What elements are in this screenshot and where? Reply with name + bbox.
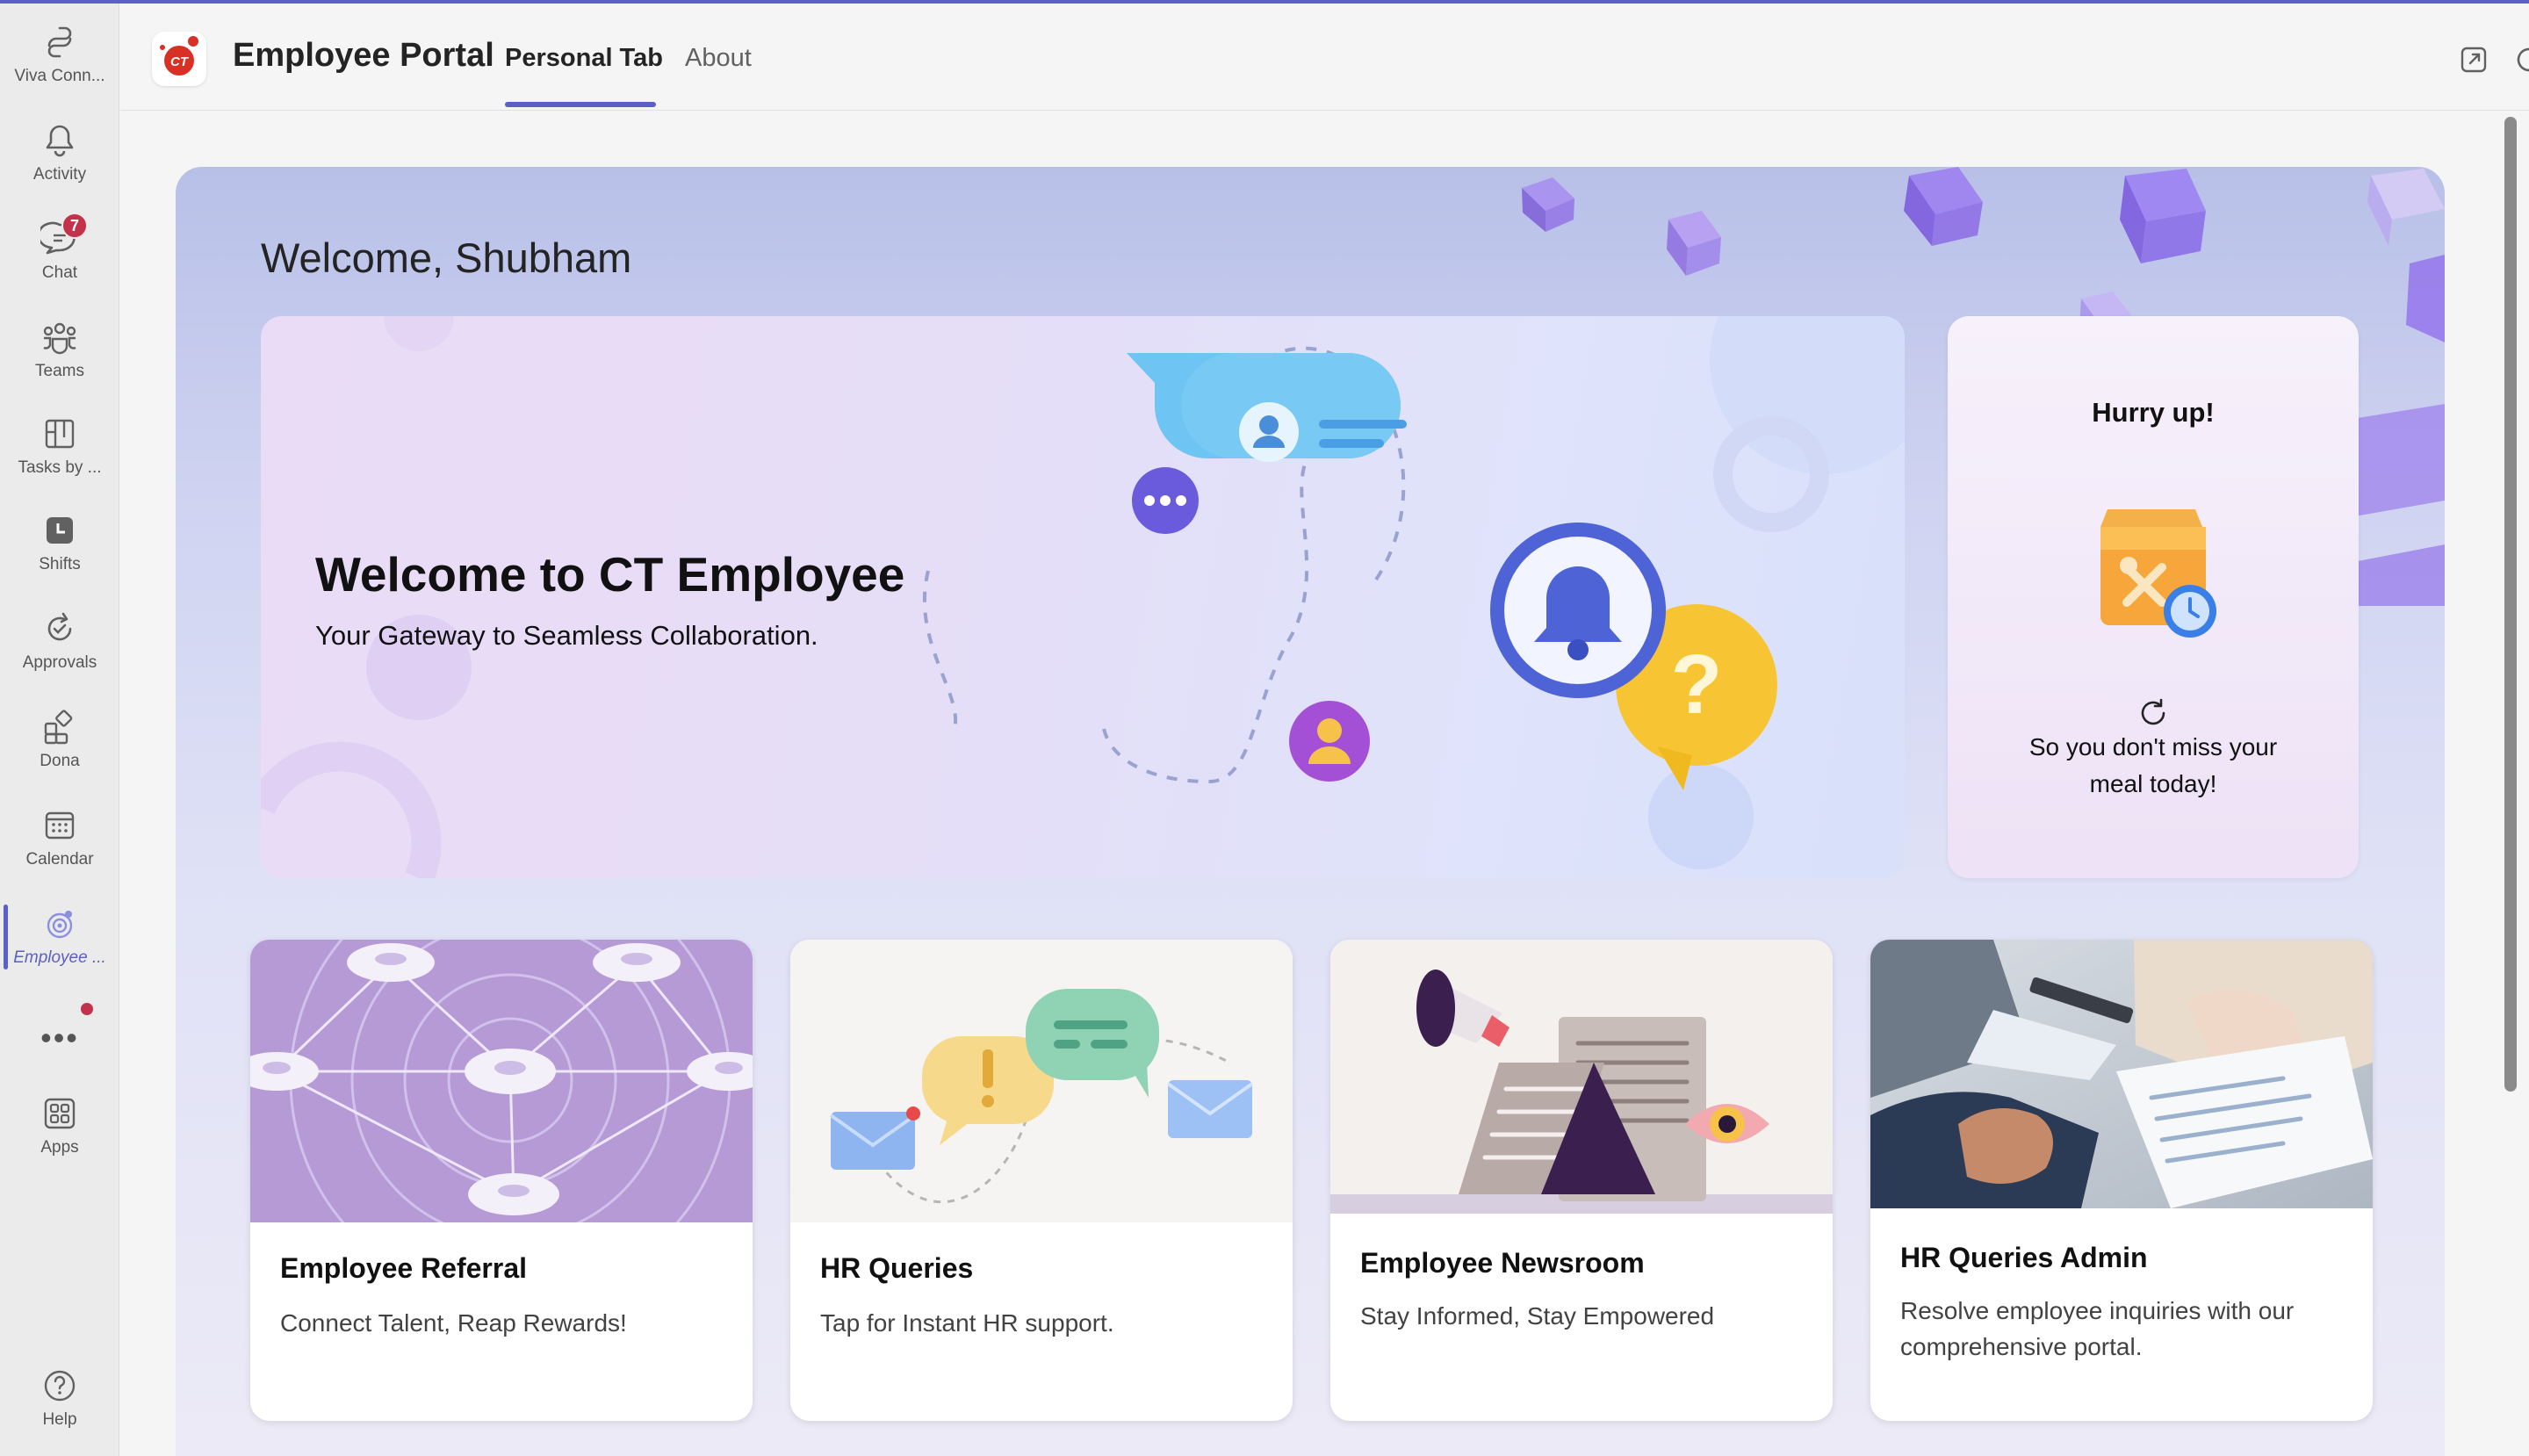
calendar-icon	[45, 811, 75, 840]
rail-label: Activity	[32, 165, 87, 184]
card-description: Stay Informed, Stay Empowered	[1360, 1302, 1715, 1330]
rail-label: Calendar	[25, 850, 94, 869]
rail-item-calendar[interactable]: Calendar	[0, 792, 119, 883]
bell-icon	[46, 125, 74, 157]
chat-icon-wrap: 7	[37, 213, 88, 258]
app-rail: Viva Conn... Activity 7 Chat Teams Tasks…	[0, 4, 119, 1456]
banner-title: Welcome to CT Employee	[315, 547, 905, 602]
ct-logo-icon: CT	[160, 36, 198, 76]
scrollbar-thumb[interactable]	[2504, 117, 2517, 1092]
rail-item-dona[interactable]: Dona	[0, 694, 119, 785]
tab-about[interactable]: About	[685, 44, 752, 73]
card-employee-newsroom[interactable]: Employee Newsroom Stay Informed, Stay Em…	[1330, 940, 1833, 1421]
rail-label: Employee ...	[13, 948, 106, 967]
help-icon	[44, 1370, 76, 1402]
rail-item-employee-portal[interactable]: Employee ...	[0, 890, 119, 982]
rail-item-viva-connections[interactable]: Viva Conn...	[0, 9, 119, 100]
logo-text: CT	[170, 54, 190, 69]
viva-connections-icon	[47, 26, 72, 58]
app-header: CT Employee Portal Personal Tab About	[120, 4, 2529, 111]
tasks-icon	[45, 419, 75, 449]
rail-item-activity[interactable]: Activity	[0, 107, 119, 198]
banner-subtitle: Your Gateway to Seamless Collaboration.	[315, 620, 818, 651]
employee-portal-icon	[47, 911, 73, 939]
card-title: Employee Newsroom	[1360, 1247, 1645, 1279]
rail-label: Tasks by ...	[18, 458, 102, 477]
more-apps-button[interactable]: •••	[0, 1012, 119, 1064]
shifts-icon	[47, 517, 73, 544]
hero-section: Welcome, Shubham ? Welcome to CT Employe…	[176, 167, 2445, 1456]
meal-refresh-icon[interactable]	[2136, 696, 2171, 731]
meal-card-text: So you don't miss your meal today!	[2028, 733, 2278, 797]
rail-label: Shifts	[39, 555, 81, 573]
card-title: HR Queries Admin	[1900, 1242, 2148, 1273]
chat-unread-badge: 7	[61, 213, 88, 239]
card-description: Resolve employee inquiries with our comp…	[1900, 1297, 2295, 1360]
card-hr-queries-admin[interactable]: HR Queries Admin Resolve employee inquir…	[1870, 940, 2373, 1421]
meal-bag-icon	[2100, 509, 2216, 638]
tab-personal[interactable]: Personal Tab	[505, 44, 663, 73]
meal-reminder-card: Hurry up! So you don't miss your meal to…	[1948, 316, 2359, 878]
teams-icon	[43, 322, 76, 355]
card-title: Employee Referral	[280, 1252, 528, 1284]
card-title: HR Queries	[820, 1252, 974, 1284]
rail-item-teams[interactable]: Teams	[0, 304, 119, 395]
card-description: Tap for Instant HR support.	[820, 1309, 1114, 1337]
hr-admin-photo	[1870, 940, 2373, 1208]
meal-card-title: Hurry up!	[2092, 397, 2215, 428]
apps-icon	[44, 1098, 76, 1129]
refresh-icon[interactable]	[2511, 42, 2529, 77]
rail-label: Approvals	[22, 653, 97, 672]
rail-item-tasks[interactable]: Tasks by ...	[0, 400, 119, 492]
rail-item-approvals[interactable]: Approvals	[0, 595, 119, 687]
card-description: Connect Talent, Reap Rewards!	[280, 1309, 627, 1337]
apps-grid-icon	[44, 710, 73, 745]
app-title: Employee Portal	[233, 37, 494, 74]
rail-item-chat[interactable]: 7 Chat	[0, 205, 119, 297]
rail-label: Viva Conn...	[14, 67, 105, 85]
rail-label: Apps	[40, 1138, 79, 1157]
card-employee-referral[interactable]: Employee Referral Connect Talent, Reap R…	[250, 940, 753, 1421]
approvals-icon	[47, 612, 72, 641]
welcome-banner: ? Welcome to CT Employee Your Gateway to…	[261, 316, 1905, 878]
rail-label: Help	[42, 1410, 77, 1429]
svg-text:?: ?	[1671, 638, 1723, 732]
rail-item-apps[interactable]: Apps	[0, 1080, 119, 1171]
rail-label: Dona	[40, 752, 80, 770]
rail-label: Teams	[35, 362, 84, 380]
hr-queries-image	[790, 940, 1293, 1222]
card-hr-queries[interactable]: HR Queries Tap for Instant HR support.	[790, 940, 1293, 1421]
welcome-greeting: Welcome, Shubham	[261, 234, 632, 281]
rail-label: Chat	[41, 263, 78, 282]
rail-item-shifts[interactable]: Shifts	[0, 497, 119, 588]
popout-icon[interactable]	[2456, 42, 2491, 77]
ct-logo: CT	[152, 32, 206, 86]
newsroom-image	[1330, 940, 1833, 1214]
active-tab-indicator	[505, 102, 656, 107]
rail-item-help[interactable]: Help	[0, 1352, 119, 1444]
referral-network-image	[250, 940, 753, 1222]
